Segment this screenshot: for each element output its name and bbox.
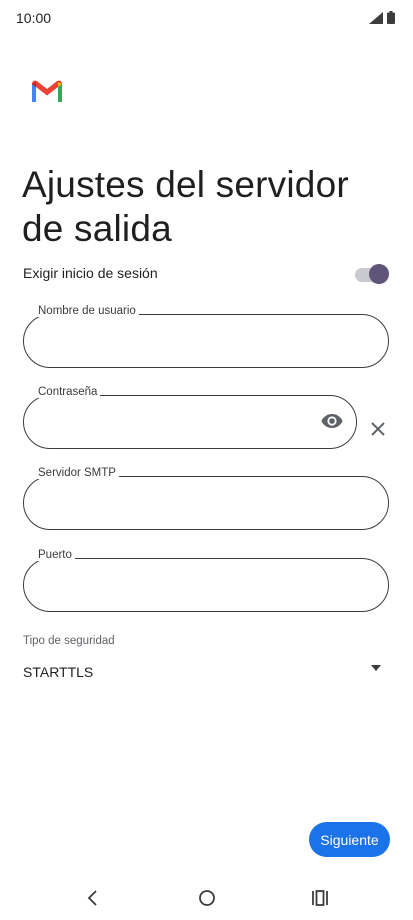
toggle-thumb xyxy=(369,264,389,284)
require-signin-row: Exigir inicio de sesión xyxy=(23,262,389,286)
password-label: Contraseña xyxy=(35,386,101,398)
username-field[interactable]: Nombre de usuario xyxy=(23,305,389,368)
eye-icon[interactable] xyxy=(321,412,343,430)
back-icon[interactable] xyxy=(86,888,100,908)
password-field[interactable]: Contraseña xyxy=(23,386,357,449)
next-button[interactable]: Siguiente xyxy=(309,822,390,857)
require-signin-toggle[interactable] xyxy=(355,264,389,284)
status-icons xyxy=(369,11,395,24)
field-outline xyxy=(23,395,357,449)
home-icon[interactable] xyxy=(198,889,216,907)
smtp-server-field[interactable]: Servidor SMTP xyxy=(23,467,389,530)
field-outline xyxy=(23,558,389,612)
battery-icon xyxy=(387,11,395,24)
recents-icon[interactable] xyxy=(311,889,329,907)
port-label: Puerto xyxy=(35,549,75,561)
navigation-bar xyxy=(0,880,413,920)
gmail-logo xyxy=(32,80,62,102)
close-icon[interactable] xyxy=(370,421,386,437)
username-label: Nombre de usuario xyxy=(35,305,139,317)
smtp-server-label: Servidor SMTP xyxy=(35,467,119,479)
security-type-select[interactable]: STARTTLS xyxy=(23,664,93,680)
field-outline xyxy=(23,476,389,530)
status-time: 10:00 xyxy=(16,10,52,26)
security-type-label: Tipo de seguridad xyxy=(23,635,115,647)
port-field[interactable]: Puerto xyxy=(23,549,389,612)
dropdown-arrow-icon[interactable] xyxy=(370,664,382,672)
status-bar: 10:00 xyxy=(0,0,413,36)
require-signin-label: Exigir inicio de sesión xyxy=(23,265,158,281)
field-outline xyxy=(23,314,389,368)
signal-icon xyxy=(369,11,383,24)
page-title: Ajustes del servidor de salida xyxy=(22,163,349,249)
